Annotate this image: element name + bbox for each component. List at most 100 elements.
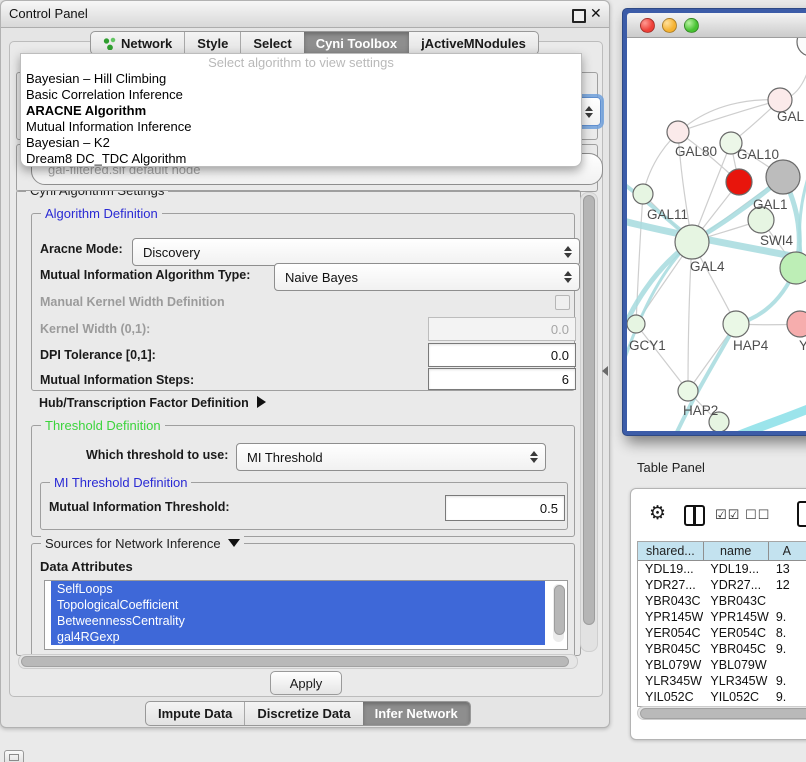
table-cell: 9. (769, 689, 806, 705)
panel-collapse-arrow[interactable] (602, 366, 608, 376)
settings-vscrollbar[interactable] (580, 192, 598, 652)
table-row[interactable]: YBR045CYBR045C9. (638, 641, 806, 657)
dropdown-item-list: Bayesian – Hill ClimbingBasic Correlatio… (21, 71, 581, 167)
settings-hscrollbar[interactable] (18, 654, 578, 669)
dropdown-item-bayesian-hill-climbing[interactable]: Bayesian – Hill Climbing (21, 71, 581, 87)
hub-definition-toggle[interactable]: Hub/Transcription Factor Definition (39, 394, 266, 412)
network-node[interactable] (667, 121, 689, 143)
close-icon[interactable]: ✕ (590, 5, 602, 22)
table-row[interactable]: YDL19...YDL19...13 (638, 561, 806, 577)
aracne-mode-combo[interactable]: Discovery (132, 238, 580, 266)
dropdown-item-mutual-information-inference[interactable]: Mutual Information Inference (21, 119, 581, 135)
node-label-gal4: GAL4 (690, 259, 725, 274)
column-header-a[interactable]: A (768, 542, 806, 560)
docked-panel-icon[interactable] (4, 750, 24, 762)
column-header-shared[interactable]: shared... (638, 542, 703, 560)
network-node[interactable] (726, 169, 752, 195)
kernel-width-field: 0.0 (428, 317, 576, 341)
scrollbar-thumb[interactable] (583, 195, 595, 625)
cyni-algorithm-settings-group: Cyni Algorithm Settings Algorithm Defini… (16, 190, 581, 656)
dpi-tolerance-field[interactable]: 0.0 (428, 343, 576, 367)
table-row[interactable]: YPR145WYPR145W9. (638, 609, 806, 625)
kernel-width-value: 0.0 (551, 322, 569, 337)
table-row[interactable]: YLR345WYLR345W9. (638, 673, 806, 689)
network-node[interactable] (627, 315, 645, 333)
dropdown-item-bayesian-k2[interactable]: Bayesian – K2 (21, 135, 581, 151)
tab-cyni-toolbox[interactable]: Cyni Toolbox (304, 32, 409, 54)
list-item-betweennesscentrality[interactable]: BetweennessCentrality (51, 613, 545, 629)
tab-network[interactable]: Network (91, 32, 184, 54)
dropdown-item-aracne-algorithm[interactable]: ARACNE Algorithm (21, 103, 581, 119)
network-node[interactable] (678, 381, 698, 401)
data-attributes-label: Data Attributes (40, 559, 133, 574)
network-node[interactable] (675, 225, 709, 259)
table-cell: YDR27... (638, 577, 703, 593)
algorithm-dropdown-popup: Select algorithm to view settings Bayesi… (20, 53, 582, 167)
network-node[interactable] (766, 160, 800, 194)
tab-style[interactable]: Style (184, 32, 240, 54)
sources-group: Sources for Network Inference Data Attri… (31, 543, 575, 656)
table-row[interactable]: YER054CYER054C8. (638, 625, 806, 641)
table-row[interactable]: YBR043CYBR043C (638, 593, 806, 609)
list-scrollbar[interactable] (553, 584, 564, 642)
network-node[interactable] (780, 252, 806, 284)
list-item-gal4rgexp[interactable]: gal4RGexp (51, 629, 545, 645)
mi-steps-label: Mutual Information Steps: (40, 373, 194, 387)
table-cell: YBL079W (703, 657, 768, 673)
table-cell: YBR045C (703, 641, 768, 657)
mi-algorithm-combo[interactable]: Naive Bayes (274, 263, 580, 291)
network-node[interactable] (633, 184, 653, 204)
table-row[interactable]: YIL052CYIL052C9. (638, 689, 806, 705)
tab-select[interactable]: Select (240, 32, 303, 54)
dropdown-item-dream8-dc-tdc-algorithm[interactable]: Dream8 DC_TDC Algorithm (21, 151, 581, 167)
table-cell: YDL19... (703, 561, 768, 577)
column-header-name[interactable]: name (703, 542, 768, 560)
tab-impute-data[interactable]: Impute Data (146, 702, 244, 725)
list-item-topologicalcoefficient[interactable]: TopologicalCoefficient (51, 597, 545, 613)
mi-algorithm-label: Mutual Information Algorithm Type: (40, 268, 250, 282)
table-cell: YDR27... (703, 577, 768, 593)
network-node[interactable] (797, 38, 806, 56)
tab-discretize-data[interactable]: Discretize Data (244, 702, 362, 725)
cyni-toolbox-panel: gal-filtered.sif default node Select alg… (9, 41, 603, 697)
minimize-traffic-light-icon[interactable] (662, 18, 677, 33)
network-node[interactable] (787, 311, 806, 337)
tab-jactivemnodules[interactable]: jActiveMNodules (409, 32, 538, 54)
columns-icon[interactable] (684, 505, 705, 526)
select-all-checkboxes-icon[interactable]: ☑☑ (715, 507, 740, 523)
gear-icon[interactable]: ⚙ (649, 502, 666, 525)
table-hscrollbar[interactable] (637, 706, 806, 720)
node-label-swi4: SWI4 (760, 233, 793, 248)
close-traffic-light-icon[interactable] (640, 18, 655, 33)
mi-threshold-group: MI Threshold Definition Mutual Informati… (40, 482, 568, 530)
mi-threshold-field[interactable]: 0.5 (445, 495, 565, 521)
table-row[interactable]: YBL079WYBL079W (638, 657, 806, 673)
scrollbar-thumb[interactable] (554, 585, 565, 635)
mi-steps-field[interactable]: 6 (428, 368, 576, 390)
node-label-gal10: GAL10 (737, 147, 779, 162)
which-threshold-combo[interactable]: MI Threshold (236, 443, 546, 471)
deselect-all-checkboxes-icon[interactable]: ☐☐ (745, 507, 770, 523)
apply-button[interactable]: Apply (270, 671, 342, 695)
network-canvas[interactable]: GALGAL80GAL10GAL11GAL1SWI4GAL4GCY1HAP4YH… (627, 38, 806, 431)
tab-infer-network[interactable]: Infer Network (363, 702, 470, 725)
data-attributes-list[interactable]: SelfLoopsTopologicalCoefficientBetweenne… (44, 580, 568, 650)
dropdown-item-basic-correlation-inference[interactable]: Basic Correlation Inference (21, 87, 581, 103)
table-row[interactable]: YDR27...YDR27...12 (638, 577, 806, 593)
scrollbar-thumb[interactable] (21, 656, 569, 667)
tab-label: Style (197, 36, 228, 51)
aracne-mode-label: Aracne Mode: (40, 242, 123, 256)
export-table-icon[interactable] (797, 501, 806, 527)
table-cell: YDL19... (638, 561, 703, 577)
hub-definition-label: Hub/Transcription Factor Definition (39, 396, 249, 410)
panel-title: Control Panel (9, 6, 88, 21)
scrollbar-thumb[interactable] (640, 708, 806, 719)
float-window-icon[interactable] (572, 9, 586, 23)
table-cell: YBR045C (638, 641, 703, 657)
dpi-tolerance-value: 0.0 (551, 348, 569, 363)
list-item-selfloops[interactable]: SelfLoops (51, 581, 545, 597)
network-node[interactable] (723, 311, 749, 337)
mi-steps-value: 6 (562, 372, 569, 387)
zoom-traffic-light-icon[interactable] (684, 18, 699, 33)
control-panel-window: Control Panel ✕ Network Style SelectCyni T… (0, 0, 610, 728)
